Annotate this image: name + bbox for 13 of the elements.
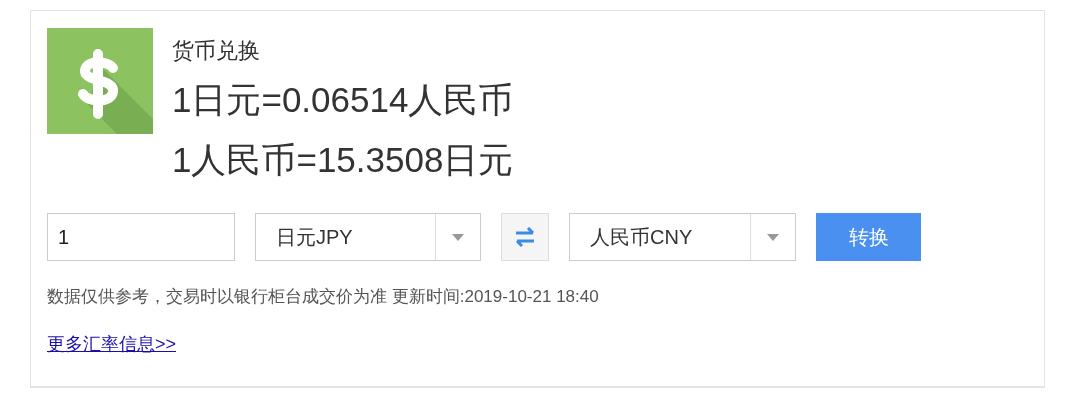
more-rates-link[interactable]: 更多汇率信息>> [47,332,177,356]
amount-field[interactable]: 1 [47,213,235,261]
exchange-rate: 1日元=0.06514人民币 [172,80,514,120]
swap-button[interactable] [501,213,549,261]
currency-dropdown[interactable]: 人民币CNY [569,213,796,261]
currency-dropdown[interactable]: 日元JPY [255,213,481,261]
swap-icon [514,227,536,247]
disclaimer-text: 数据仅供参考，交易时以银行柜台成交价为准 更新时间:2019-10-21 18:40 [47,286,600,308]
caret-icon [452,233,464,241]
widget-title: 货币兑换 [172,38,261,64]
caret-icon [767,233,779,241]
exchange-rate: 1人民币=15.3508日元 [172,140,514,180]
dollar-icon [47,28,153,134]
